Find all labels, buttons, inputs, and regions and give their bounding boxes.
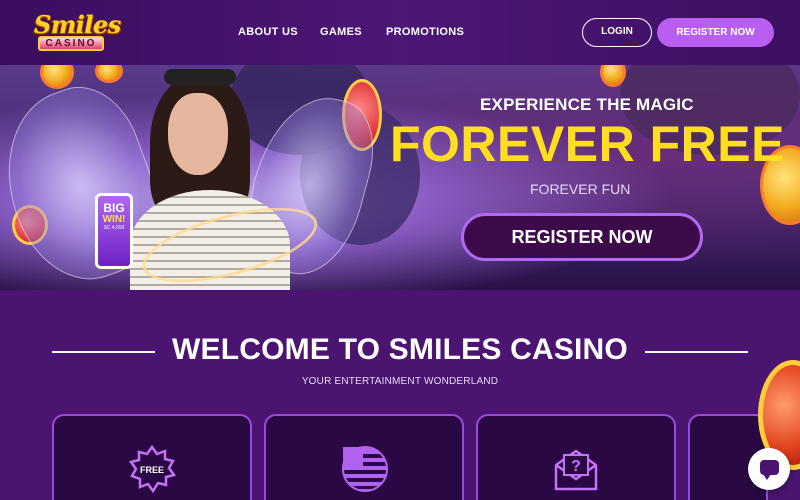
chat-button[interactable] [748, 448, 790, 490]
hero-title: FOREVER FREE [390, 116, 785, 172]
free-badge-icon: FREE [128, 445, 176, 493]
coin-decoration [95, 65, 123, 83]
logo-plate: CASINO [38, 36, 104, 51]
login-button[interactable]: LOGIN [582, 18, 652, 47]
hero-tagline: FOREVER FUN [530, 181, 631, 197]
phone-screen: BIG WIN! SC 4,693 [98, 196, 130, 266]
svg-text:?: ? [571, 458, 581, 475]
phone-big-win: BIG WIN! SC 4,693 [95, 193, 133, 269]
free-badge-text: FREE [140, 465, 164, 475]
welcome-subtitle: YOUR ENTERTAINMENT WONDERLAND [301, 376, 499, 387]
phone-amount-text: SC 4,693 [103, 225, 125, 231]
chat-bubble-icon [760, 460, 779, 480]
phone-win-text: WIN! [102, 214, 126, 225]
bandana [164, 69, 236, 85]
mail-question-icon: ? [554, 449, 598, 491]
welcome-title: WELCOME TO SMILES CASINO [172, 333, 628, 366]
site-header: Smiles CASINO ABOUT US GAMES PROMOTIONS … [0, 0, 800, 65]
smiles-casino-logo[interactable]: Smiles CASINO [30, 8, 121, 54]
nav-about-us[interactable]: ABOUT US [238, 26, 298, 38]
coin-decoration [40, 65, 74, 89]
woman-face [168, 93, 228, 175]
hero-subtitle: EXPERIENCE THE MAGIC [480, 95, 694, 114]
nav-promotions[interactable]: PROMOTIONS [386, 26, 464, 38]
register-now-hero-button[interactable]: REGISTER NOW [461, 213, 703, 261]
logo-wordmark: Smiles [34, 10, 121, 39]
hero-banner: BIG WIN! SC 4,693 EXPERIENCE THE MAGIC F… [0, 65, 800, 290]
phone-big-text: BIG [103, 201, 125, 215]
register-now-header-button[interactable]: REGISTER NOW [657, 18, 774, 47]
us-flag-icon [342, 446, 388, 492]
nav-games[interactable]: GAMES [320, 26, 362, 38]
